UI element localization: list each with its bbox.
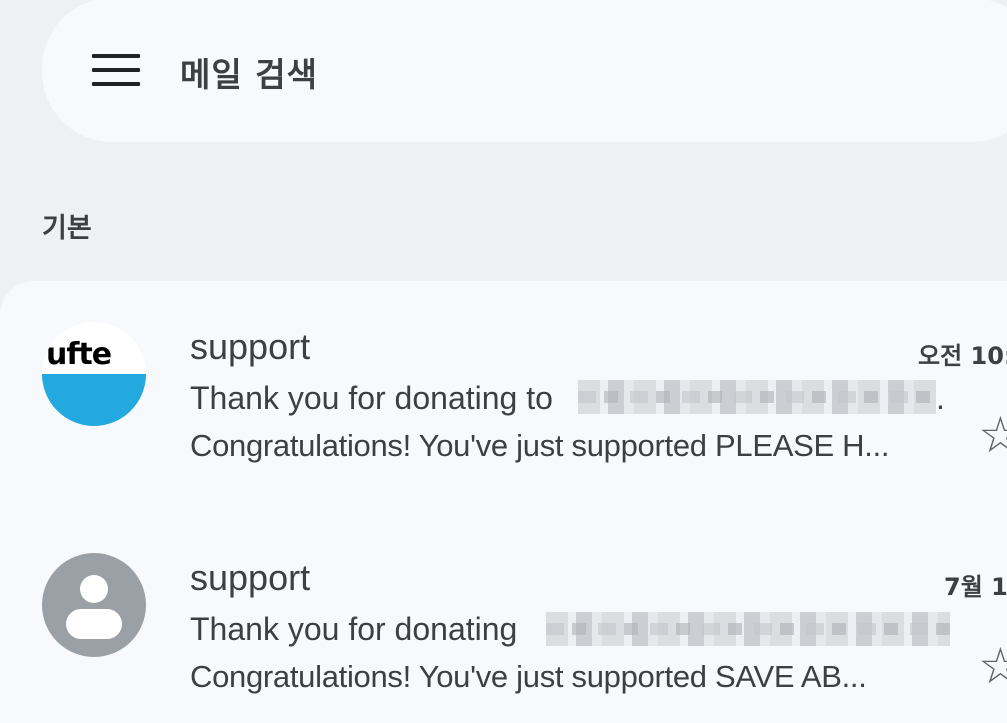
mail-date: 오전 10: [918,342,1007,370]
redacted-text [578,380,936,414]
star-outline-icon[interactable]: ☆ [978,641,1007,691]
redacted-text [546,612,950,646]
mail-sender: support [190,557,311,598]
mail-subject: Thank you for donating to [190,380,553,416]
person-icon-body [66,609,122,639]
gmail-inbox: 메일 검색 기본 ufte support 오전 10: Thank you f… [0,0,1007,723]
avatar-logo-text: ufte [46,337,112,372]
mail-date: 7월 16 [944,573,1007,601]
sender-avatar-logo[interactable]: ufte [42,322,146,426]
mail-sender: support [190,326,311,367]
search-input[interactable]: 메일 검색 [180,48,318,96]
star-outline-icon[interactable]: ☆ [978,410,1007,460]
hamburger-menu-icon[interactable] [92,54,140,86]
mail-subject: Thank you for donating [190,611,518,647]
section-label-primary: 기본 [42,213,92,244]
sender-avatar-default[interactable] [42,553,146,657]
avatar-logo-band [42,374,146,426]
mail-snippet: Congratulations! You've just supported S… [190,659,867,694]
person-icon [80,575,108,603]
mail-subject-end: . [936,380,945,416]
mail-snippet: Congratulations! You've just supported P… [190,428,890,463]
